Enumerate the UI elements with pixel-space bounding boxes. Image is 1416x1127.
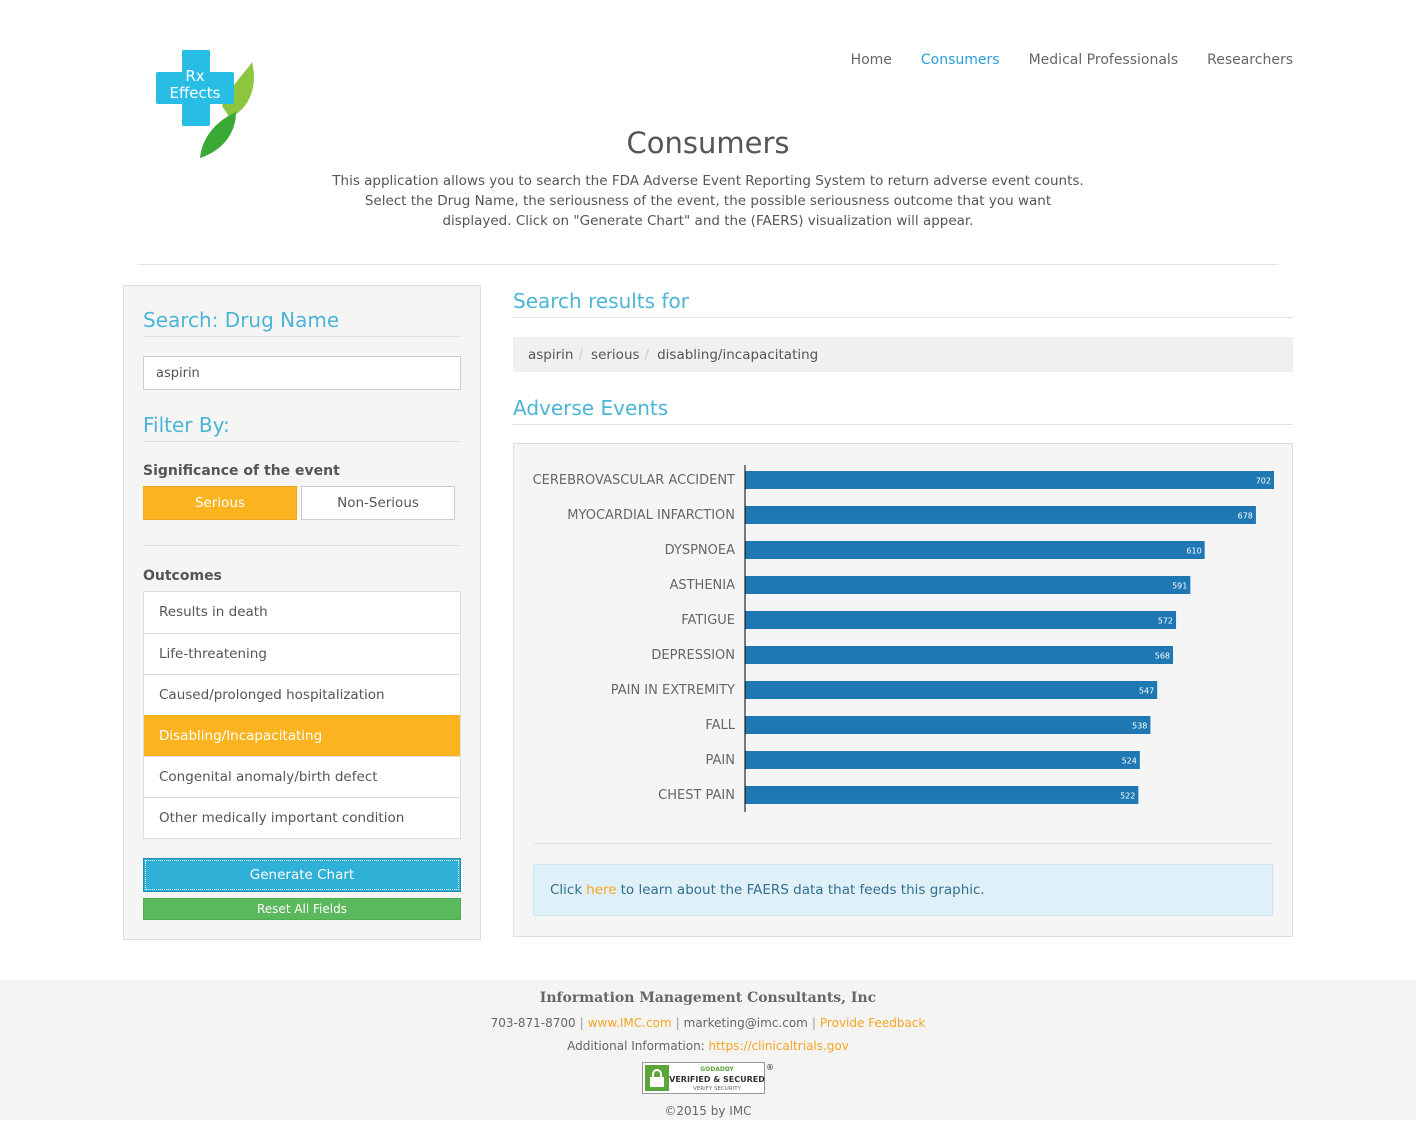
- category-label: FALL: [705, 718, 735, 733]
- footer-additional-label: Additional Information:: [567, 1039, 705, 1053]
- outcomes-label: Outcomes: [143, 568, 222, 584]
- value-label: 522: [1120, 792, 1135, 801]
- breadcrumb-separator: /: [578, 346, 584, 363]
- footer-phone: 703-871-8700: [490, 1016, 576, 1030]
- bar[interactable]: [745, 471, 1274, 489]
- footer-website-link[interactable]: www.IMC.com: [588, 1016, 672, 1030]
- adverse-events-chart: CEREBROVASCULAR ACCIDENT 702 MYOCARDIAL IN…: [533, 465, 1274, 812]
- adverse-events-heading: Adverse Events: [513, 396, 1293, 425]
- footer-contact-line: 703-871-8700 | www.IMC.com | marketing@imc.c…: [490, 1016, 926, 1030]
- category-label: PAIN: [706, 753, 735, 768]
- value-label: 591: [1172, 582, 1187, 591]
- bar[interactable]: [745, 611, 1177, 629]
- search-sidebar: Search: Drug Name Filter By: Significanc…: [123, 285, 481, 940]
- main-nav: Home Consumers Medical Professionals Res…: [851, 52, 1293, 68]
- footer-company: Information Management Consultants, Inc: [539, 990, 877, 1006]
- chart-panel: CEREBROVASCULAR ACCIDENT 702 MYOCARDIAL IN…: [513, 443, 1293, 937]
- value-label: 702: [1256, 477, 1271, 486]
- drug-name-input[interactable]: [143, 356, 461, 390]
- breadcrumb: aspirin / serious / disabling/incapacita…: [513, 337, 1293, 372]
- category-label: DYSPNOEA: [665, 543, 736, 558]
- value-label: 610: [1186, 547, 1201, 556]
- breadcrumb-separator: /: [644, 346, 650, 363]
- value-label: 678: [1238, 512, 1253, 521]
- category-label: FATIGUE: [681, 613, 735, 628]
- category-label: ASTHENIA: [669, 578, 735, 593]
- outcomes-list: Results in death Life-threatening Caused…: [143, 591, 461, 839]
- footer-additional-line: Additional Information: https://clinical…: [0, 1039, 1416, 1053]
- outcome-results-in-death[interactable]: Results in death: [144, 592, 460, 633]
- bar[interactable]: [745, 506, 1256, 524]
- svg-text:®: ®: [766, 1063, 774, 1072]
- clinicaltrials-link[interactable]: https://clinicaltrials.gov: [709, 1039, 849, 1053]
- category-label: CEREBROVASCULAR ACCIDENT: [533, 473, 735, 488]
- outcome-other-medical[interactable]: Other medically important condition: [144, 797, 460, 838]
- bar[interactable]: [745, 681, 1158, 699]
- breadcrumb-seriousness[interactable]: serious: [591, 347, 640, 363]
- footer-copyright: ©2015 by IMC: [664, 1104, 752, 1118]
- reset-fields-button[interactable]: Reset All Fields: [143, 898, 461, 920]
- page-intro: This application allows you to search th…: [332, 173, 1084, 229]
- serious-toggle[interactable]: Serious: [143, 486, 297, 520]
- value-label: 538: [1132, 722, 1147, 731]
- chart-divider: [533, 843, 1273, 844]
- non-serious-toggle[interactable]: Non-Serious: [301, 486, 455, 520]
- value-label: 568: [1155, 652, 1170, 661]
- provide-feedback-link[interactable]: Provide Feedback: [820, 1016, 925, 1030]
- outcome-hospitalization[interactable]: Caused/prolonged hospitalization: [144, 674, 460, 715]
- breadcrumb-outcome: disabling/incapacitating: [657, 346, 819, 363]
- footer-email: marketing@imc.com: [683, 1016, 808, 1030]
- generate-chart-button[interactable]: Generate Chart: [143, 858, 461, 892]
- outcome-congenital-anomaly[interactable]: Congenital anomaly/birth defect: [144, 756, 460, 797]
- outcome-disabling[interactable]: Disabling/Incapacitating: [144, 715, 460, 756]
- outcome-life-threatening[interactable]: Life-threatening: [144, 633, 460, 674]
- category-label: PAIN IN EXTREMITY: [611, 683, 735, 698]
- footer: Information Management Consultants, Inc …: [0, 980, 1416, 1120]
- value-label: 524: [1122, 757, 1137, 766]
- bar[interactable]: [745, 716, 1151, 734]
- logo-text-rx: Rx: [185, 67, 204, 85]
- page-title: Consumers: [626, 126, 790, 160]
- significance-label: Significance of the event: [143, 463, 340, 479]
- seal-text-top: GODADDY: [700, 1066, 734, 1073]
- filter-heading: Filter By:: [143, 413, 461, 442]
- info-suffix: to learn about the FAERS data that feeds…: [620, 882, 985, 898]
- faers-info-link[interactable]: here: [586, 882, 616, 898]
- info-prefix: Click: [550, 882, 583, 898]
- logo-text-effects: Effects: [170, 84, 221, 102]
- bar[interactable]: [745, 646, 1174, 664]
- nav-consumers[interactable]: Consumers: [921, 52, 1000, 68]
- faers-info-box: Click here to learn about the FAERS data…: [533, 864, 1273, 916]
- breadcrumb-drug[interactable]: aspirin: [528, 347, 573, 363]
- sidebar-divider: [143, 545, 461, 546]
- search-results-heading: Search results for: [513, 289, 1293, 318]
- category-label: DEPRESSION: [651, 648, 735, 663]
- nav-researchers[interactable]: Researchers: [1207, 52, 1293, 68]
- nav-medical-professionals[interactable]: Medical Professionals: [1029, 52, 1179, 68]
- bar[interactable]: [745, 576, 1191, 594]
- value-label: 547: [1139, 687, 1154, 696]
- seal-text-mid: VERIFIED & SECURED: [669, 1075, 765, 1084]
- category-label: CHEST PAIN: [658, 788, 735, 803]
- bar[interactable]: [745, 751, 1140, 769]
- search-heading: Search: Drug Name: [143, 308, 461, 337]
- category-label: MYOCARDIAL INFARCTION: [567, 508, 735, 523]
- header-divider: [138, 264, 1278, 265]
- seal-text-bottom: VERIFY SECURITY: [693, 1086, 742, 1092]
- bar[interactable]: [745, 786, 1139, 804]
- bar[interactable]: [745, 541, 1205, 559]
- nav-home[interactable]: Home: [851, 52, 892, 68]
- value-label: 572: [1158, 617, 1173, 626]
- godaddy-seal[interactable]: GODADDY VERIFIED & SECURED VERIFY SECURI…: [642, 1062, 774, 1094]
